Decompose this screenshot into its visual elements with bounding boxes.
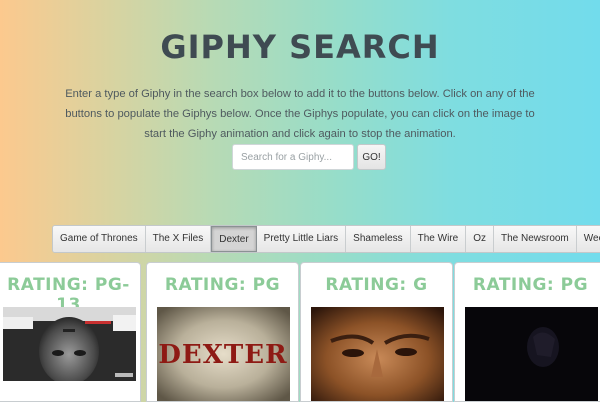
gif-card: Rating: PG DEXTER [146,262,299,402]
dexter-title-image[interactable]: DEXTER [157,307,290,401]
gif-rating: Rating: PG [164,275,281,295]
page-title: Giphy Search [160,28,440,66]
gif-card: Rating: PG-13 [0,262,141,402]
topic-button-shameless[interactable]: Shameless [346,226,411,252]
face-closeup-image[interactable] [311,307,444,401]
gif-rating: Rating: G [325,275,428,295]
topic-button-the-wire[interactable]: The Wire [410,226,467,252]
search-input[interactable] [232,144,354,170]
topic-button-pretty-little-liars[interactable]: Pretty Little Liars [256,226,347,252]
topic-button-game-of-thrones[interactable]: Game of Thrones [53,226,146,252]
dexter-upside-down-image[interactable] [3,307,136,381]
gif-rating: Rating: PG [472,275,589,295]
topic-button-weeds[interactable]: Weeds [576,226,600,252]
topic-button-bar: Game of Thrones The X Files Dexter Prett… [52,225,600,253]
topic-button-the-x-files[interactable]: The X Files [145,226,212,252]
dexter-title-text: DEXTER [158,340,287,370]
search-form: GO! [232,144,386,170]
topic-button-dexter[interactable]: Dexter [211,226,257,252]
go-button[interactable]: GO! [357,144,386,170]
gif-card: Rating: PG [454,262,600,402]
topic-button-the-newsroom[interactable]: The Newsroom [493,226,577,252]
gif-card: Rating: G [300,262,453,402]
topic-button-oz[interactable]: Oz [466,226,494,252]
dark-scene-image[interactable] [465,307,598,401]
instructions-text: Enter a type of Giphy in the search box … [65,88,535,140]
gif-results: Rating: PG-13 [0,262,600,402]
